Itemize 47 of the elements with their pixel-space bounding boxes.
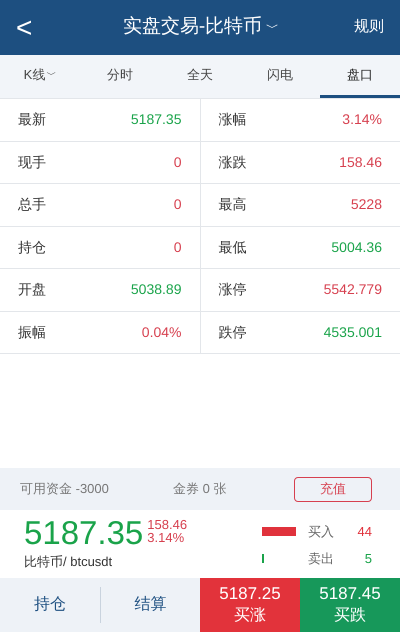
field-label: 持仓	[18, 238, 46, 257]
field-label: 涨幅	[218, 110, 246, 130]
recharge-button[interactable]: 充值	[294, 476, 372, 502]
field-value: 3.14%	[342, 110, 382, 130]
back-button[interactable]: <	[16, 14, 48, 42]
depth-count: 5	[364, 550, 372, 568]
field-value: 5187.35	[130, 110, 182, 130]
field-value: 5542.779	[324, 280, 382, 300]
field-label: 振幅	[18, 322, 46, 342]
field-value: 158.46	[339, 152, 382, 172]
tab[interactable]: 全天	[160, 55, 240, 98]
field-value: 0	[174, 238, 182, 257]
available-funds: 可用资金 -3000	[20, 480, 110, 498]
field-value: 5038.89	[130, 280, 182, 300]
field-label: 跌停	[218, 322, 246, 342]
tab[interactable]: 盘口	[320, 55, 400, 98]
field-value: 0	[174, 195, 182, 214]
trade-button[interactable]: 5187.45 买跌	[300, 578, 400, 632]
last-price: 5187.35	[24, 514, 144, 552]
depth-label: 买入	[308, 523, 335, 541]
title-dropdown[interactable]: 实盘交易-比特币 ﹀	[48, 13, 354, 42]
field-value: 5228	[350, 195, 382, 214]
bottom-tab[interactable]: 持仓	[0, 593, 100, 617]
field-value: 5004.36	[331, 238, 382, 257]
field-value: 4535.001	[324, 322, 382, 342]
coupon-count: 金券 0 张	[173, 480, 228, 498]
field-label: 最新	[18, 110, 46, 130]
tab[interactable]: 分时	[80, 55, 160, 98]
change-percent: 3.14%	[147, 531, 186, 544]
field-label: 涨跌	[218, 152, 246, 172]
field-label: 最高	[218, 195, 246, 214]
bottom-tab[interactable]: 结算	[100, 593, 200, 617]
tab[interactable]: K线﹀	[0, 55, 80, 98]
field-label: 总手	[18, 195, 46, 214]
tab[interactable]: 闪电	[240, 55, 320, 98]
price-change: 158.46	[147, 518, 188, 531]
field-label: 现手	[18, 152, 46, 172]
depth-count: 44	[356, 523, 372, 541]
rules-link[interactable]: 规则	[354, 16, 384, 39]
field-label: 最低	[218, 238, 246, 257]
field-value: 0.04%	[142, 322, 182, 342]
trade-button[interactable]: 5187.25 买涨	[200, 578, 300, 632]
symbol-name: 比特币/ btcusdt	[24, 553, 114, 571]
field-label: 涨停	[218, 280, 246, 300]
field-label: 开盘	[18, 280, 46, 300]
depth-label: 卖出	[308, 550, 335, 568]
field-value: 0	[174, 152, 182, 172]
